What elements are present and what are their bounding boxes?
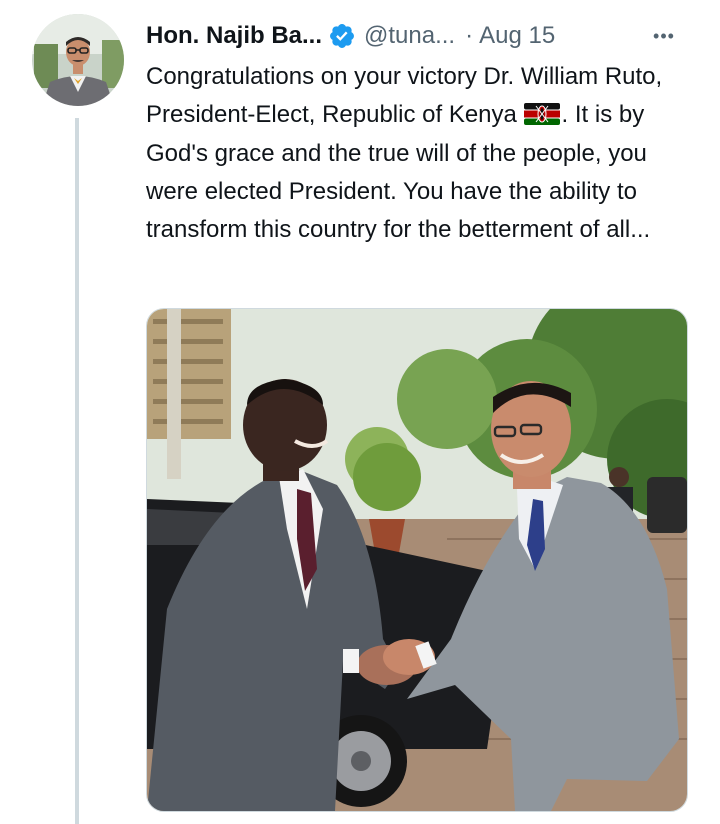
verified-badge-icon — [330, 24, 354, 48]
author-name[interactable]: Hon. Najib Ba... — [146, 22, 322, 50]
avatar-photo — [32, 14, 124, 106]
author-handle[interactable]: @tuna... — [364, 22, 455, 50]
handshake-photo — [147, 309, 687, 811]
author-avatar[interactable] — [32, 14, 124, 106]
tweet-date[interactable]: Aug 15 — [479, 22, 555, 50]
tweet-header: Hon. Najib Ba... @tuna... · Aug 15 ••• — [146, 18, 696, 54]
more-horizontal-icon[interactable]: ••• — [644, 18, 684, 54]
kenya-flag-emoji — [523, 103, 560, 126]
tweet-media-photo[interactable] — [146, 308, 688, 812]
more-glyph: ••• — [653, 25, 675, 46]
thread-connector-line — [75, 118, 79, 824]
separator-dot: · — [465, 22, 474, 49]
tweet-body: Congratulations on your victory Dr. Will… — [146, 58, 694, 249]
